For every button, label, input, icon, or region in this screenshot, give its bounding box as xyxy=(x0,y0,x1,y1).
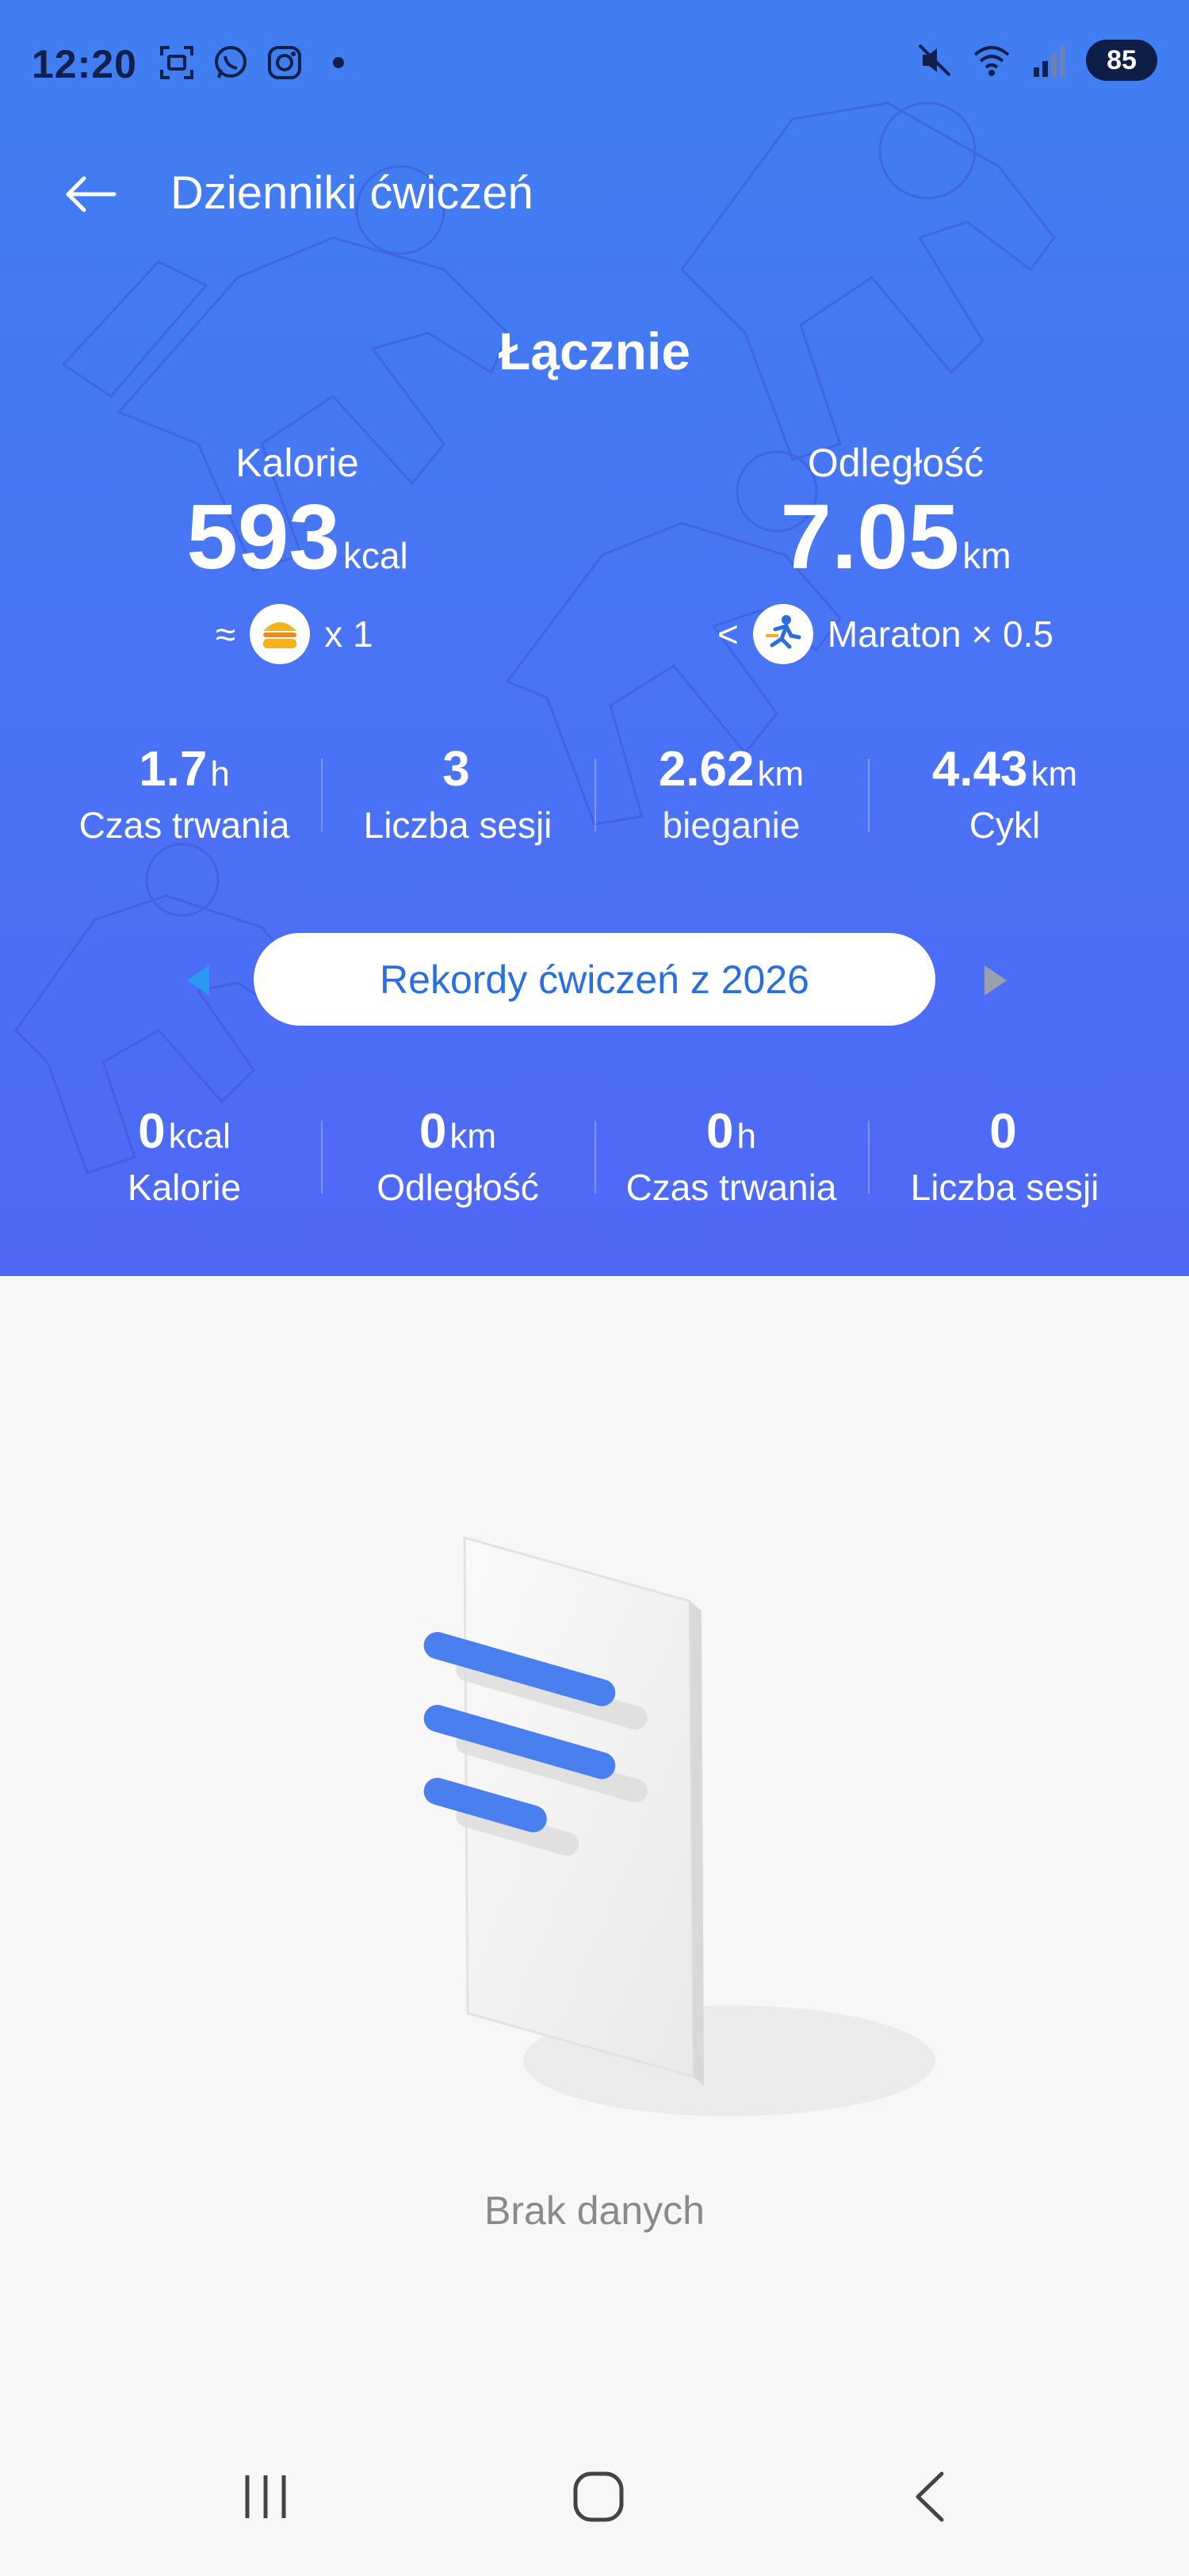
calories-equiv-prefix: ≈ xyxy=(216,613,236,655)
stat-cycling-unit: km xyxy=(1030,755,1078,793)
home-button[interactable] xyxy=(543,2441,654,2552)
dot-icon xyxy=(333,57,344,68)
stat-cycling-label: Cykl xyxy=(969,805,1041,846)
calories-equiv-text: x 1 xyxy=(324,613,373,655)
year-distance-unit: km xyxy=(449,1117,497,1156)
year-sessions-value: 0 xyxy=(989,1104,1017,1159)
year-distance-label: Odległość xyxy=(377,1167,539,1208)
stat-cycling[interactable]: 4.43km Cykl xyxy=(868,741,1141,847)
year-stats-row: 0kcal Kalorie 0km Odległość 0h Czas trwa… xyxy=(48,1103,1141,1209)
stat-duration: 1.7h Czas trwania xyxy=(48,741,321,847)
status-notification-icons xyxy=(157,43,358,82)
distance-unit: km xyxy=(962,535,1011,576)
year-duration-value: 0 xyxy=(706,1104,734,1159)
triangle-right-icon[interactable] xyxy=(975,961,1015,1000)
marathon-runner-icon xyxy=(752,604,813,664)
stat-cycling-value: 4.43 xyxy=(931,742,1028,797)
stat-sessions: 3 Liczba sesji xyxy=(321,741,594,847)
triangle-left-icon[interactable] xyxy=(179,961,219,1000)
stat-sessions-label: Liczba sesji xyxy=(363,805,552,846)
stat-sessions-value: 3 xyxy=(442,742,470,797)
system-back-button[interactable] xyxy=(876,2441,987,2552)
summary-title: Łącznie xyxy=(498,322,691,380)
year-distance-value: 0 xyxy=(419,1104,447,1159)
year-stat-sessions: 0 Liczba sesji xyxy=(868,1103,1141,1209)
distance-value-group: 7.05km xyxy=(737,491,1054,583)
year-stat-distance: 0km Odległość xyxy=(321,1103,594,1209)
stat-running-label: bieganie xyxy=(662,805,801,846)
calories-value: 593 xyxy=(186,485,340,588)
back-button[interactable] xyxy=(62,162,133,226)
system-navigation-bar xyxy=(0,2441,1189,2576)
distance-summary: Odległość 7.05km xyxy=(737,440,1054,583)
burger-icon xyxy=(250,604,311,664)
stat-duration-value: 1.7 xyxy=(139,742,208,797)
calories-unit: kcal xyxy=(342,535,408,576)
year-duration-label: Czas trwania xyxy=(625,1167,837,1208)
stat-duration-label: Czas trwania xyxy=(78,805,290,846)
year-duration-unit: h xyxy=(736,1117,756,1156)
year-calories-value: 0 xyxy=(138,1104,166,1159)
wifi-icon xyxy=(973,46,1010,76)
arrow-left-icon xyxy=(66,176,117,212)
total-stats-row: 1.7h Czas trwania 3 Liczba sesji 2.62km … xyxy=(48,741,1141,847)
calories-summary: Kalorie 593kcal xyxy=(139,440,456,583)
status-system-icons: 85 xyxy=(915,40,1157,81)
year-calories-unit: kcal xyxy=(168,1117,231,1156)
empty-state-text: Brak danych xyxy=(484,2188,705,2233)
distance-label: Odległość xyxy=(807,441,984,485)
year-calories-label: Kalorie xyxy=(127,1167,242,1208)
instagram-icon xyxy=(268,46,301,79)
mute-icon xyxy=(918,44,951,77)
screenshot-icon xyxy=(160,46,193,79)
distance-equivalent: < Maraton × 0.5 xyxy=(717,604,1053,664)
status-time: 12:20 xyxy=(32,42,137,86)
year-stat-duration: 0h Czas trwania xyxy=(594,1103,868,1209)
year-records-button[interactable]: Rekordy ćwiczeń z 2026 xyxy=(254,933,935,1026)
stat-running[interactable]: 2.62km bieganie xyxy=(594,741,868,847)
calories-equivalent: ≈ x 1 xyxy=(216,604,373,664)
signal-icon xyxy=(1034,45,1065,77)
recent-apps-button[interactable] xyxy=(210,2441,321,2552)
chevron-left-icon xyxy=(916,2471,944,2522)
distance-value: 7.05 xyxy=(780,485,960,588)
battery-indicator: 85 xyxy=(1086,40,1157,81)
recent-apps-icon xyxy=(245,2475,286,2518)
distance-equiv-prefix: < xyxy=(717,613,739,655)
summary-hero: 12:20 85 Dzienniki ćwiczeń Łącznie Kalor… xyxy=(0,0,1189,1276)
stat-running-unit: km xyxy=(757,755,805,793)
home-icon xyxy=(573,2471,624,2522)
distance-equiv-text: Maraton × 0.5 xyxy=(827,613,1053,655)
year-sessions-label: Liczba sesji xyxy=(910,1167,1099,1208)
stat-duration-unit: h xyxy=(210,755,230,793)
whatsapp-icon xyxy=(215,46,247,78)
calories-value-group: 593kcal xyxy=(139,491,456,583)
stat-running-value: 2.62 xyxy=(658,742,755,797)
calories-label: Kalorie xyxy=(235,441,359,485)
year-stat-calories: 0kcal Kalorie xyxy=(48,1103,321,1209)
empty-document-icon xyxy=(423,1536,935,2116)
page-title: Dzienniki ćwiczeń xyxy=(170,167,533,219)
